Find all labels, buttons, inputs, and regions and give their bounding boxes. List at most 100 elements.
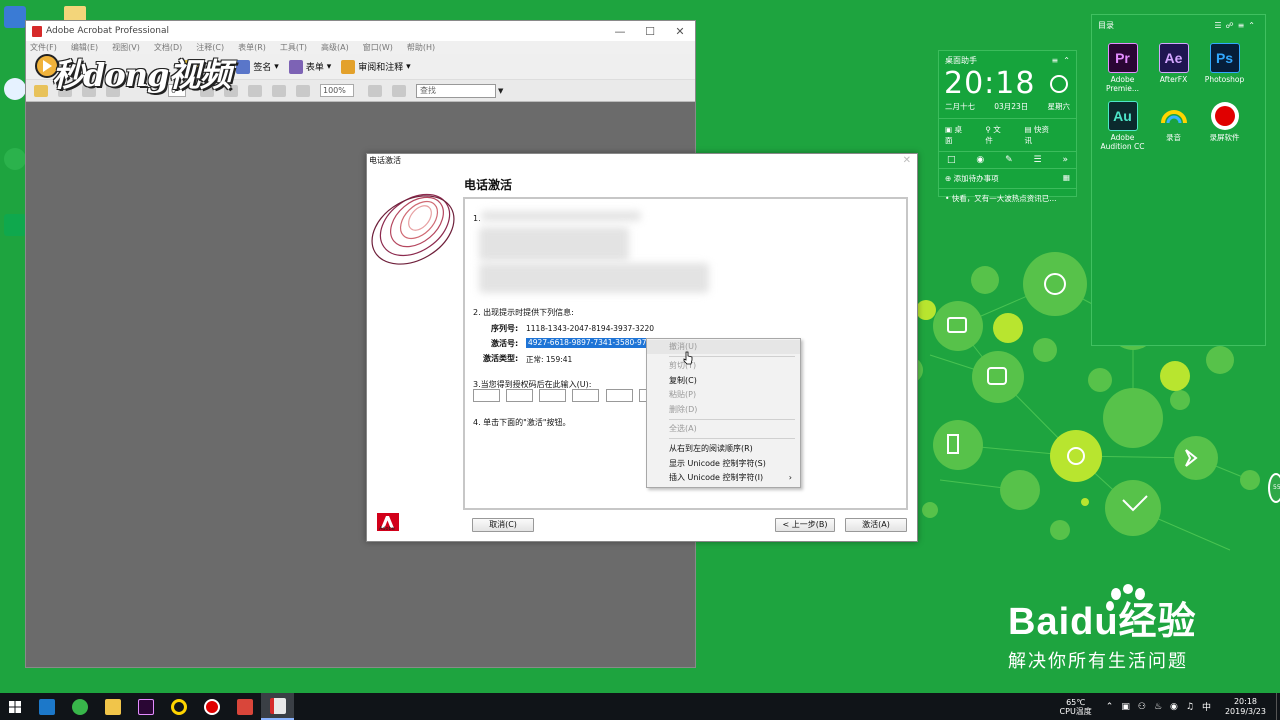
- wechat-icon[interactable]: [4, 148, 26, 170]
- taskbar-task-view[interactable]: [30, 693, 63, 720]
- helper-link-files[interactable]: ⚲ 文件: [985, 124, 1010, 146]
- record-icon: [1159, 101, 1189, 131]
- helper-news[interactable]: • 快看，又有一大波热点资讯已...: [939, 188, 1076, 208]
- premiere-icon: Pr: [1107, 43, 1138, 73]
- notification-icon[interactable]: ♨: [1154, 702, 1162, 712]
- close-button[interactable]: ✕: [665, 25, 695, 38]
- auth-code-input-4[interactable]: [572, 389, 599, 402]
- zoom-in-icon[interactable]: [296, 84, 310, 97]
- menu-separator: [669, 419, 795, 420]
- taskbar-clock[interactable]: 20:18 2019/3/23: [1225, 697, 1266, 717]
- window-title: Adobe Acrobat Professional: [46, 26, 169, 36]
- back-button[interactable]: < 上一步(B): [775, 518, 835, 532]
- volume-icon[interactable]: ♫: [1186, 702, 1194, 712]
- taskbar-browser[interactable]: [63, 693, 96, 720]
- acrobat-icon: [32, 25, 42, 37]
- app-tray-icon[interactable]: ⚇: [1138, 702, 1146, 712]
- ime-indicator[interactable]: 中: [1202, 700, 1211, 713]
- iqiyi-icon[interactable]: [4, 214, 26, 236]
- menu-item-cut[interactable]: 剪切(T): [647, 359, 800, 373]
- menu-item-paste[interactable]: 粘贴(P): [647, 388, 800, 402]
- cancel-button[interactable]: 取消(C): [472, 518, 534, 532]
- menu-item-undo[interactable]: 撤消(U): [647, 340, 800, 354]
- minimize-button[interactable]: —: [605, 25, 635, 38]
- activation-type-value: 正常: 159:41: [526, 355, 573, 364]
- show-desktop-button[interactable]: [1276, 693, 1280, 720]
- auth-code-input-1[interactable]: [473, 389, 500, 402]
- zoom-input[interactable]: 100%: [320, 84, 354, 97]
- app-icon: [236, 698, 253, 715]
- baidu-paw-icon: [1106, 584, 1145, 611]
- menu-item-rtl-reading[interactable]: 从右到左的阅读顺序(R): [647, 442, 800, 456]
- cpu-temperature[interactable]: 65℃ CPU温度: [1060, 698, 1092, 716]
- screen-record-icon: [203, 698, 220, 715]
- qrcode-icon[interactable]: ▦: [1063, 173, 1070, 184]
- app-screen-recorder[interactable]: 录屏软件: [1199, 101, 1250, 151]
- audition-icon: Au: [1107, 101, 1138, 131]
- menu-item-delete[interactable]: 删除(D): [647, 403, 800, 417]
- form-icon: [288, 59, 303, 74]
- activation-type-label: 激活类型:: [483, 354, 519, 363]
- taskbar-screen-recorder[interactable]: [195, 693, 228, 720]
- helper-clock: 20:18: [944, 66, 1036, 101]
- redacted-text: [481, 211, 641, 221]
- side-float-button[interactable]: 55: [1268, 473, 1280, 503]
- activate-button[interactable]: 激活(A): [845, 518, 907, 532]
- menu-advanced[interactable]: 高级(A): [321, 42, 349, 53]
- add-todo-button[interactable]: ⊕ 添加待办事项: [945, 173, 999, 184]
- fit-width-icon[interactable]: [392, 84, 406, 97]
- taskbar-explorer[interactable]: [96, 693, 129, 720]
- folder-icon: [104, 698, 121, 715]
- zoom-tool-icon[interactable]: [248, 84, 262, 97]
- network-icon[interactable]: ▣: [1121, 702, 1130, 712]
- app-audition[interactable]: Au Adobe Audition CC: [1097, 101, 1148, 151]
- taskbar-app-generic[interactable]: [228, 693, 261, 720]
- app-label: AfterFX: [1159, 75, 1188, 84]
- menu-tools[interactable]: 工具(T): [280, 42, 307, 53]
- recycle-bin-icon[interactable]: [4, 78, 26, 100]
- start-button[interactable]: [0, 693, 30, 720]
- catalog-controls-icon[interactable]: ☰☍≡⌃: [1214, 21, 1259, 30]
- eye-icon[interactable]: ◉: [976, 155, 984, 165]
- review-button[interactable]: 审阅和注释 ▾: [341, 59, 411, 74]
- menu-icon[interactable]: ≡ ⌃: [1052, 56, 1071, 65]
- taskbar-recorder[interactable]: [162, 693, 195, 720]
- taskbar-acrobat[interactable]: [261, 693, 294, 720]
- app-recorder[interactable]: 录音: [1148, 101, 1199, 151]
- find-input[interactable]: 查找: [416, 83, 496, 98]
- app-label: Adobe Premie...: [1105, 75, 1140, 93]
- weather-icon[interactable]: [1050, 75, 1068, 93]
- menu-help[interactable]: 帮助(H): [407, 42, 435, 53]
- helper-link-news[interactable]: ▤ 快资讯: [1025, 124, 1056, 146]
- menu-window[interactable]: 窗口(W): [363, 42, 393, 53]
- menu-item-select-all[interactable]: 全选(A): [647, 422, 800, 436]
- zoom-out-icon[interactable]: [272, 84, 286, 97]
- app-premiere[interactable]: Pr Adobe Premie...: [1097, 43, 1148, 93]
- dialog-close-button[interactable]: ✕: [903, 155, 911, 166]
- menu-item-copy[interactable]: 复制(C): [647, 374, 800, 388]
- app-photoshop[interactable]: Ps Photoshop: [1199, 43, 1250, 93]
- taskbar-premiere[interactable]: [129, 693, 162, 720]
- helper-link-desktop[interactable]: ▣ 桌面: [945, 124, 971, 146]
- app-label: Adobe Audition CC: [1100, 133, 1145, 151]
- chevron-up-icon[interactable]: ⌃: [1106, 702, 1114, 712]
- menu-item-insert-unicode[interactable]: 插入 Unicode 控制字符(I) ›: [647, 471, 800, 485]
- menu-item-show-unicode[interactable]: 显示 Unicode 控制字符(S): [647, 457, 800, 471]
- serial-value[interactable]: 1118-1343-2047-8194-3937-3220: [526, 324, 654, 333]
- fit-page-icon[interactable]: [368, 84, 382, 97]
- edit-icon[interactable]: ✎: [1005, 155, 1013, 165]
- mouse-cursor-icon: [683, 351, 693, 365]
- find-dropdown-icon[interactable]: ▼: [498, 87, 503, 95]
- forms-button[interactable]: 表单 ▾: [288, 59, 331, 74]
- auth-code-input-5[interactable]: [606, 389, 633, 402]
- auth-code-input-2[interactable]: [506, 389, 533, 402]
- list-icon[interactable]: ☰: [1034, 155, 1042, 165]
- cpu-temp-label: CPU温度: [1059, 706, 1092, 716]
- wifi-icon[interactable]: ◉: [1170, 702, 1178, 712]
- more-icon[interactable]: »: [1062, 155, 1068, 165]
- app-aftereffects[interactable]: Ae AfterFX: [1148, 43, 1199, 93]
- maximize-button[interactable]: ☐: [635, 25, 665, 38]
- computer-icon[interactable]: [4, 6, 26, 28]
- auth-code-input-3[interactable]: [539, 389, 566, 402]
- crop-icon[interactable]: □: [947, 155, 956, 165]
